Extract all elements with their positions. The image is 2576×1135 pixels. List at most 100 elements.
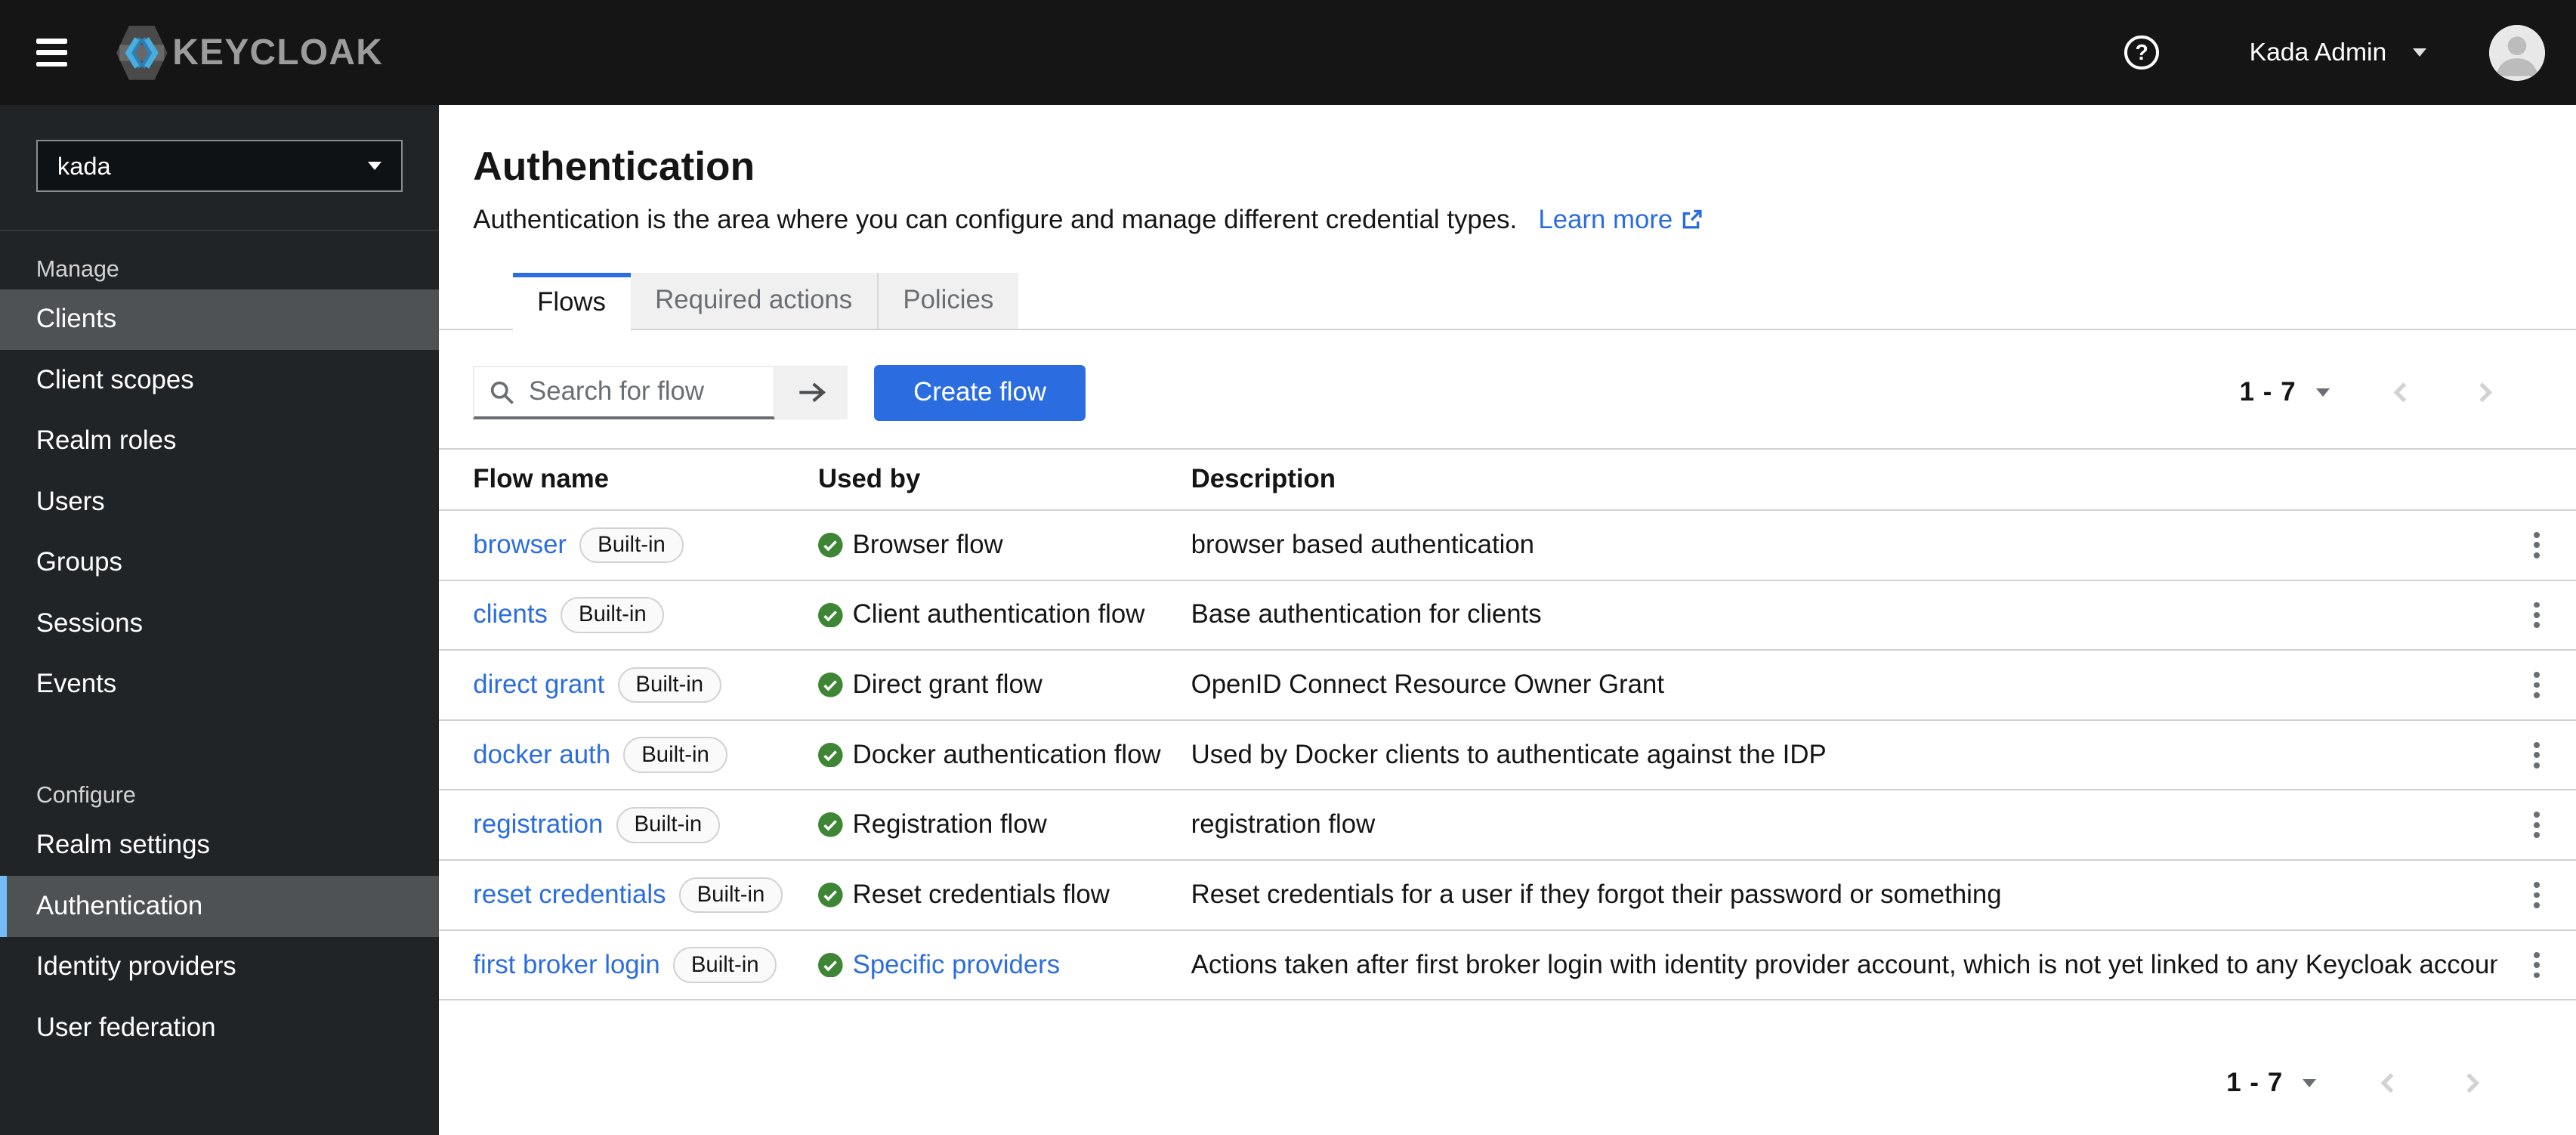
page-description-text: Authentication is the area where you can…	[473, 205, 1518, 234]
learn-more-link[interactable]: Learn more	[1538, 204, 1702, 237]
row-kebab-menu-button[interactable]	[2527, 525, 2546, 564]
flow-name-link[interactable]: docker auth	[473, 741, 610, 770]
tab-required-actions[interactable]: Required actions	[630, 272, 877, 329]
keycloak-admin-console: KEYCLOAK ? Kada Admin kada Manage Client…	[0, 0, 2576, 1135]
sidebar-item-sessions[interactable]: Sessions	[0, 593, 439, 654]
built-in-badge: Built-in	[561, 597, 665, 633]
used-by-cell: Browser flow	[817, 530, 1191, 560]
caret-down-icon	[2303, 1078, 2317, 1087]
sidebar-nav: kada Manage Clients Client scopes Realm rol…	[0, 105, 439, 1135]
flow-name-link[interactable]: browser	[473, 530, 567, 560]
caret-down-icon	[2315, 388, 2330, 397]
row-kebab-menu-button[interactable]	[2527, 945, 2546, 985]
sidebar-item-label: Sessions	[36, 608, 143, 638]
caret-down-icon	[367, 162, 381, 171]
description-cell: registration flow	[1191, 810, 1376, 840]
table-row: browser Built-in Browser flow browser ba…	[438, 511, 2576, 581]
sidebar-item-groups[interactable]: Groups	[0, 533, 439, 593]
check-circle-icon	[817, 742, 843, 768]
check-circle-icon	[817, 812, 843, 838]
search-input[interactable]	[473, 365, 776, 420]
table-header-row: Flow name Used by Description	[438, 450, 2576, 511]
tab-policies[interactable]: Policies	[876, 272, 1018, 329]
pagination-range-toggle[interactable]: 1 - 7	[2226, 1069, 2317, 1098]
sidebar-item-label: Clients	[36, 305, 117, 334]
built-in-badge: Built-in	[616, 807, 720, 843]
masthead: KEYCLOAK ? Kada Admin	[0, 0, 2576, 106]
search-submit-button[interactable]	[775, 365, 848, 420]
table-row: docker auth Built-in Docker authenticati…	[438, 721, 2576, 791]
built-in-badge: Built-in	[623, 737, 727, 773]
sidebar-item-clients[interactable]: Clients	[0, 289, 439, 351]
used-by-cell: Specific providers	[817, 951, 1191, 980]
user-menu-button[interactable]: Kada Admin	[2250, 38, 2427, 67]
sidebar-item-realm-settings[interactable]: Realm settings	[0, 815, 439, 876]
keycloak-hexagon-icon	[116, 25, 168, 80]
table-toolbar: Create flow 1 - 7	[473, 364, 2576, 421]
column-header-description: Description	[1191, 465, 1336, 494]
angle-left-icon	[2380, 1073, 2393, 1093]
column-header-used-by: Used by	[817, 465, 921, 494]
row-kebab-menu-button[interactable]	[2527, 806, 2546, 845]
help-button[interactable]: ?	[2124, 35, 2159, 70]
flow-name-link[interactable]: reset credentials	[473, 880, 666, 910]
sidebar-item-label: Identity providers	[36, 952, 236, 982]
sidebar-item-label: Client scopes	[36, 365, 194, 394]
arrow-right-icon	[798, 382, 826, 403]
row-kebab-menu-button[interactable]	[2527, 665, 2546, 704]
sidebar-item-label: Realm roles	[36, 426, 177, 456]
pagination-prev-button[interactable]	[2376, 1071, 2401, 1096]
avatar[interactable]	[2488, 24, 2545, 81]
sidebar-item-identity-providers[interactable]: Identity providers	[0, 937, 439, 997]
flow-name-link[interactable]: direct grant	[473, 670, 604, 700]
create-flow-button[interactable]: Create flow	[873, 364, 1086, 421]
nav-section-title: Configure	[36, 782, 136, 809]
sidebar-item-users[interactable]: Users	[0, 472, 439, 532]
sidebar-item-label: Realm settings	[36, 830, 210, 860]
table-row: clients Built-in Client authentication f…	[438, 581, 2576, 651]
sidebar-item-label: Events	[36, 670, 117, 699]
description-cell: Used by Docker clients to authenticate a…	[1191, 740, 1827, 769]
used-by-label[interactable]: Specific providers	[853, 951, 1061, 980]
tab-bar: Flows Required actions Policies	[438, 272, 2576, 330]
row-kebab-menu-button[interactable]	[2527, 735, 2546, 775]
description-cell: OpenID Connect Resource Owner Grant	[1191, 670, 1664, 700]
nav-toggle-button[interactable]	[26, 29, 77, 76]
page-title: Authentication	[473, 144, 755, 190]
check-circle-icon	[817, 602, 843, 628]
sidebar-item-authentication[interactable]: Authentication	[0, 876, 439, 937]
nav-section-title: Manage	[36, 256, 119, 283]
sidebar-item-label: Users	[36, 487, 105, 516]
pagination-range-toggle[interactable]: 1 - 7	[2240, 378, 2330, 407]
column-header-flow-name: Flow name	[473, 465, 610, 494]
angle-left-icon	[2393, 382, 2407, 403]
row-kebab-menu-button[interactable]	[2527, 595, 2546, 635]
sidebar-item-realm-roles[interactable]: Realm roles	[0, 411, 439, 472]
used-by-cell: Direct grant flow	[817, 670, 1191, 700]
used-by-label: Reset credentials flow	[852, 880, 1110, 909]
sidebar-item-label: Groups	[36, 548, 122, 577]
used-by-label: Docker authentication flow	[852, 740, 1161, 769]
used-by-cell: Docker authentication flow	[817, 740, 1191, 770]
pagination-next-button[interactable]	[2473, 380, 2497, 405]
tab-label: Required actions	[655, 286, 853, 315]
pagination-prev-button[interactable]	[2389, 380, 2414, 405]
flow-name-link[interactable]: registration	[473, 810, 603, 840]
check-circle-icon	[817, 673, 843, 697]
sidebar-item-user-federation[interactable]: User federation	[0, 997, 439, 1058]
used-by-cell: Client authentication flow	[817, 600, 1191, 629]
tab-flows[interactable]: Flows	[512, 272, 631, 329]
row-kebab-menu-button[interactable]	[2527, 875, 2546, 914]
sidebar-item-events[interactable]: Events	[0, 654, 439, 714]
realm-selector[interactable]: kada	[36, 139, 403, 193]
sidebar-item-client-scopes[interactable]: Client scopes	[0, 350, 439, 410]
pagination-next-button[interactable]	[2460, 1071, 2485, 1096]
used-by-label: Client authentication flow	[852, 600, 1145, 629]
sidebar-item-label: User federation	[36, 1013, 216, 1042]
external-link-icon	[1682, 209, 1702, 229]
masthead-actions: ? Kada Admin	[2124, 24, 2545, 81]
pagination-top: 1 - 7	[2240, 378, 2497, 407]
flow-name-link[interactable]: first broker login	[473, 951, 659, 980]
flows-table: Flow name Used by Description browser Buil…	[438, 448, 2576, 1001]
flow-name-link[interactable]: clients	[473, 600, 548, 629]
